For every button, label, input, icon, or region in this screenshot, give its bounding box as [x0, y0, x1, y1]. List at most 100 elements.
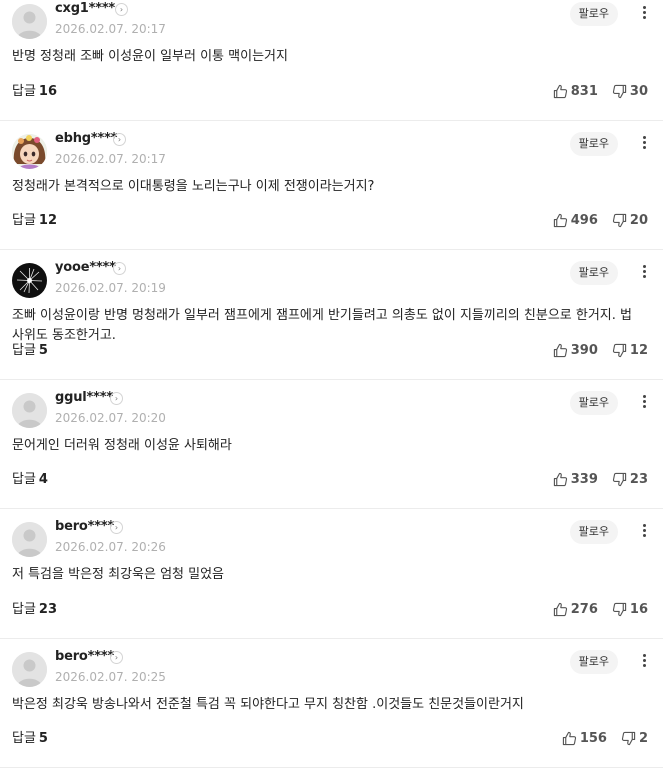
- user-avatar[interactable]: [12, 392, 47, 428]
- comment-text: 정청래가 본격적으로 이대통령을 노리는구나 이제 전쟁이라는거지?: [12, 178, 375, 194]
- dislike-button[interactable]: 20: [612, 213, 648, 228]
- like-button[interactable]: 276: [553, 602, 598, 617]
- thumbs-down-icon: [621, 731, 636, 746]
- like-count: 339: [570, 472, 598, 487]
- like-button[interactable]: 156: [562, 731, 607, 746]
- thumbs-down-icon: [612, 602, 627, 616]
- comment-item: ggul**** › 2026.02.07. 20:20 팔로우문어게인 더러워 정청…: [0, 380, 663, 509]
- profile-arrow-icon[interactable]: ›: [110, 521, 123, 534]
- like-count: 390: [570, 342, 598, 358]
- user-avatar[interactable]: [12, 263, 47, 298]
- username[interactable]: bero****: [55, 519, 114, 534]
- follow-button[interactable]: 팔로우: [569, 261, 618, 285]
- reply-count: 23: [38, 601, 58, 617]
- dislike-button[interactable]: 2: [621, 731, 648, 746]
- comment-item: cxg1**** › 2026.02.07. 20:17 팔로우 반명 정청래 조빠 이…: [0, 0, 663, 121]
- dislike-count: 2: [638, 731, 648, 746]
- thumbs-down-icon: [612, 84, 627, 98]
- profile-arrow-icon[interactable]: ›: [110, 391, 123, 405]
- comment-timestamp: 2026.02.07. 20:20: [55, 410, 166, 425]
- reply-button[interactable]: 답글 5: [12, 727, 48, 746]
- username[interactable]: ggul****: [55, 390, 113, 405]
- like-button[interactable]: 831: [553, 84, 598, 99]
- user-avatar[interactable]: [12, 522, 47, 557]
- reply-button[interactable]: 답글 23: [12, 598, 57, 617]
- thumbs-up-icon: [553, 213, 567, 228]
- follow-button[interactable]: 팔로우: [569, 2, 618, 26]
- profile-arrow-icon[interactable]: ›: [115, 3, 128, 16]
- comment-item: bero**** › 2026.02.07. 20:25 팔로우 박은정 최강욱 방송나…: [0, 639, 663, 768]
- comment-item: ebhg**** › 2026.02.07. 20:17 팔로우 정청래가 본격적으로 …: [0, 121, 663, 250]
- more-options-icon[interactable]: [639, 652, 649, 672]
- like-button[interactable]: 390: [553, 343, 598, 358]
- vote-group: 831 30: [553, 84, 648, 99]
- thumbs-down-icon: [612, 343, 627, 357]
- vote-group: 156 2: [562, 731, 648, 746]
- thumbs-down-icon: [612, 213, 627, 228]
- comment-text: 조빠 이성윤이랑 반명 멍청래가 일부러 잼프에게 잼프에게 반기들려고 의총도…: [12, 308, 632, 343]
- profile-arrow-icon[interactable]: ›: [110, 650, 123, 664]
- reply-label: 답글: [12, 731, 36, 746]
- thumbs-down-icon: [612, 472, 627, 487]
- reply-label: 답글: [12, 342, 36, 358]
- more-options-icon[interactable]: [639, 522, 649, 542]
- reply-count: 5: [38, 342, 48, 358]
- username[interactable]: cxg1****: [55, 1, 115, 16]
- dislike-count: 16: [629, 601, 648, 617]
- reply-button[interactable]: 답글 16: [12, 80, 57, 99]
- vote-group: 496 20: [553, 213, 648, 228]
- thumbs-up-icon: [553, 84, 567, 98]
- like-count: 156: [579, 731, 607, 746]
- username[interactable]: bero****: [55, 649, 114, 664]
- dislike-count: 12: [629, 342, 648, 358]
- more-options-icon[interactable]: [639, 134, 649, 154]
- more-options-icon[interactable]: [639, 393, 649, 413]
- like-count: 276: [570, 601, 598, 617]
- thumbs-up-icon: [553, 472, 567, 487]
- dislike-button[interactable]: 16: [612, 602, 648, 617]
- dislike-count: 23: [629, 472, 648, 487]
- more-options-icon[interactable]: [639, 4, 649, 24]
- profile-arrow-icon[interactable]: ›: [113, 132, 126, 146]
- comment-item: bero**** › 2026.02.07. 20:26 팔로우저 특검을 박은정 최…: [0, 509, 663, 639]
- dislike-button[interactable]: 23: [612, 472, 648, 487]
- follow-button[interactable]: 팔로우: [569, 649, 618, 674]
- like-count: 831: [570, 83, 598, 99]
- comment-item: yooe**** › 2026.02.07. 20:19 팔로우조빠 이성윤이랑 반명…: [0, 250, 663, 380]
- reply-button[interactable]: 답글 4: [12, 468, 48, 487]
- follow-button[interactable]: 팔로우: [569, 131, 618, 156]
- reply-count: 5: [38, 731, 48, 746]
- vote-group: 276 16: [553, 602, 648, 617]
- like-button[interactable]: 339: [553, 472, 598, 487]
- comment-text: 박은정 최강욱 방송나와서 전준철 특검 꼭 되야한다고 무지 칭찬함 .이것들…: [12, 696, 524, 712]
- thumbs-up-icon: [553, 343, 567, 357]
- dislike-button[interactable]: 30: [612, 84, 648, 99]
- vote-group: 390 12: [553, 343, 648, 358]
- comment-timestamp: 2026.02.07. 20:17: [55, 22, 166, 36]
- user-avatar[interactable]: [12, 4, 47, 39]
- comment-text: 저 특검을 박은정 최강욱은 엄청 밀었음: [12, 567, 225, 582]
- profile-arrow-icon[interactable]: ›: [113, 262, 126, 275]
- comment-timestamp: 2026.02.07. 20:19: [55, 281, 166, 295]
- follow-button[interactable]: 팔로우: [569, 390, 618, 415]
- user-avatar[interactable]: [12, 651, 47, 687]
- reply-count: 4: [38, 472, 48, 487]
- reply-label: 답글: [12, 601, 36, 617]
- vote-group: 339 23: [553, 472, 648, 487]
- reply-label: 답글: [12, 472, 36, 487]
- comment-timestamp: 2026.02.07. 20:26: [55, 540, 166, 554]
- like-button[interactable]: 496: [553, 213, 598, 228]
- reply-count: 12: [38, 213, 58, 228]
- user-avatar[interactable]: [12, 133, 47, 169]
- more-options-icon[interactable]: [639, 263, 649, 283]
- reply-button[interactable]: 답글 5: [12, 339, 48, 358]
- username[interactable]: yooe****: [55, 260, 116, 275]
- dislike-count: 20: [629, 213, 648, 228]
- dislike-button[interactable]: 12: [612, 343, 648, 358]
- username[interactable]: ebhg****: [55, 131, 117, 146]
- thumbs-up-icon: [553, 602, 567, 616]
- reply-button[interactable]: 답글 12: [12, 209, 57, 228]
- comment-text: 문어게인 더러워 정청래 이성윤 사퇴해라: [12, 437, 232, 453]
- follow-button[interactable]: 팔로우: [569, 520, 618, 544]
- reply-count: 16: [38, 83, 58, 99]
